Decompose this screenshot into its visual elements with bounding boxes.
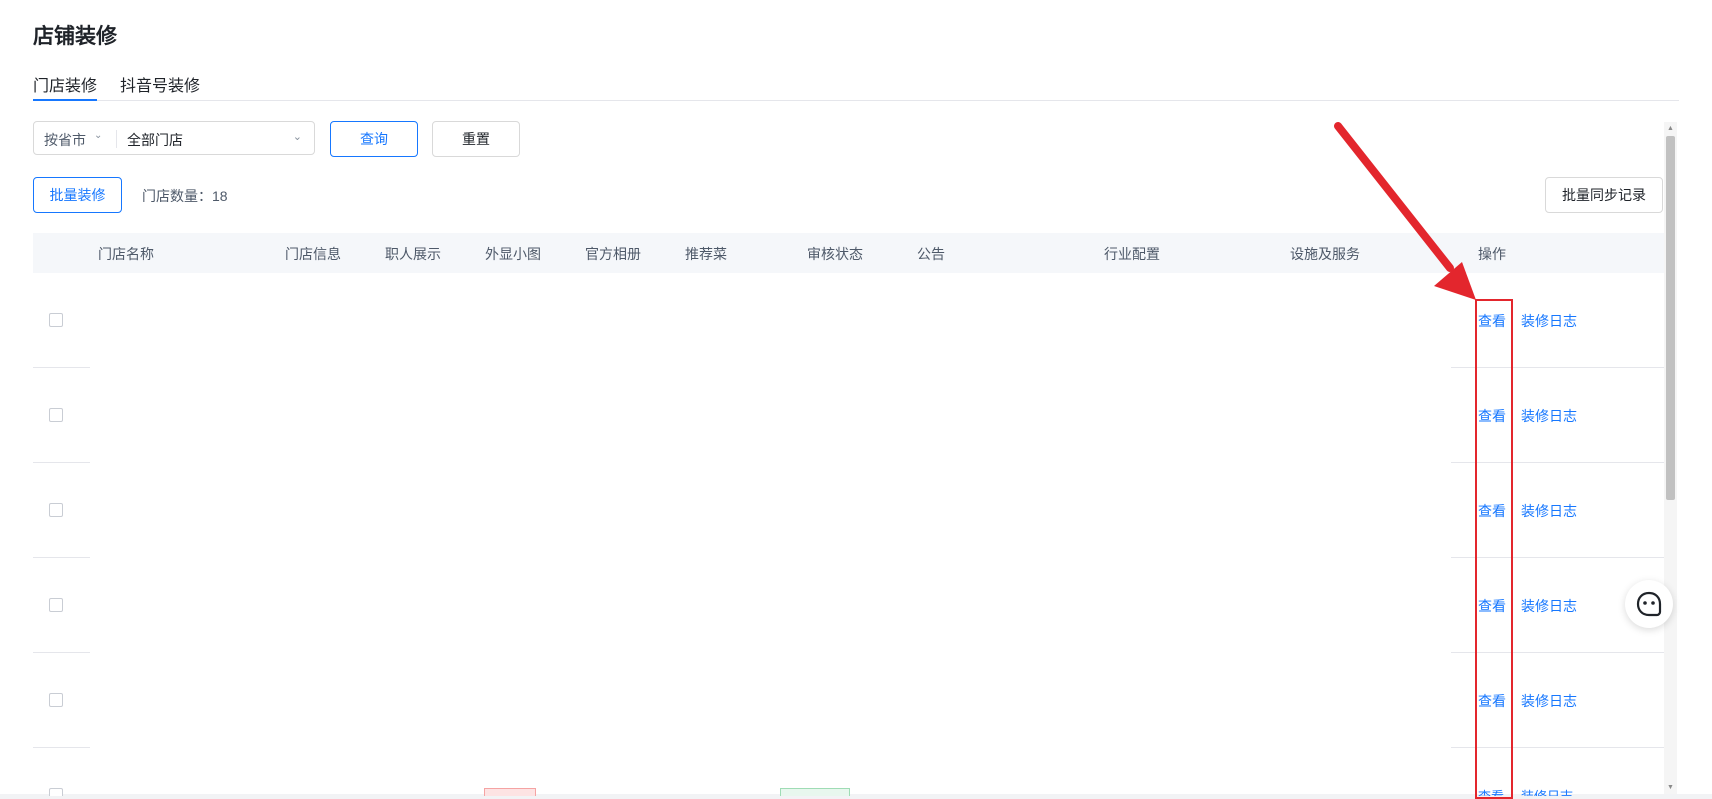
col-facilities-services: 设施及服务 <box>1290 246 1360 262</box>
chevron-down-icon: ⌄ <box>94 130 103 141</box>
col-store-name: 门店名称 <box>98 246 154 262</box>
status-tag-green <box>780 788 850 796</box>
view-link[interactable]: 查看 <box>1478 596 1506 616</box>
row-divider <box>33 747 90 748</box>
row-checkbox[interactable] <box>49 788 63 796</box>
decoration-log-link[interactable]: 装修日志 <box>1521 691 1577 711</box>
row-checkbox[interactable] <box>49 503 63 517</box>
decoration-log-link[interactable]: 装修日志 <box>1521 786 1573 796</box>
chevron-down-icon: ⌄ <box>292 131 302 143</box>
row-checkbox[interactable] <box>49 598 63 612</box>
decoration-log-link[interactable]: 装修日志 <box>1521 311 1577 331</box>
reset-button[interactable]: 重置 <box>432 121 520 157</box>
table-row: 查看 装修日志 <box>33 653 1664 748</box>
decoration-log-link[interactable]: 装修日志 <box>1521 596 1577 616</box>
batch-sync-records-button[interactable]: 批量同步记录 <box>1545 177 1663 213</box>
active-tab-indicator <box>33 99 97 101</box>
view-link[interactable]: 查看 <box>1478 786 1504 796</box>
row-checkbox[interactable] <box>49 313 63 327</box>
col-official-album: 官方相册 <box>585 246 641 262</box>
decoration-log-link[interactable]: 装修日志 <box>1521 406 1577 426</box>
view-link[interactable]: 查看 <box>1478 691 1506 711</box>
table-scrollbar[interactable]: ▲ ▼ <box>1664 122 1677 794</box>
col-review-status: 审核状态 <box>807 246 863 262</box>
store-select-value[interactable]: 全部门店 <box>127 130 183 150</box>
row-divider <box>1451 747 1664 748</box>
chat-bot-icon <box>1636 591 1662 617</box>
store-decoration-panel: 店铺装修 门店装修 抖音号装修 按省市 ⌄ 全部门店 ⌄ 查询 重置 批量装修 … <box>0 0 1712 799</box>
tab-store-decoration[interactable]: 门店装修 <box>33 72 97 96</box>
view-link[interactable]: 查看 <box>1478 311 1506 331</box>
col-announcement: 公告 <box>917 246 945 262</box>
chat-bot-button[interactable] <box>1625 580 1673 628</box>
table-row: 查看 装修日志 <box>33 368 1664 463</box>
table-row: 查看 装修日志 <box>33 558 1664 653</box>
col-recommended-dishes: 推荐菜 <box>685 246 727 262</box>
col-actions: 操作 <box>1478 246 1506 262</box>
col-store-info: 门店信息 <box>285 246 341 262</box>
tab-bar: 门店装修 抖音号装修 <box>33 70 1679 101</box>
store-filter-select[interactable]: 按省市 ⌄ 全部门店 ⌄ <box>33 121 315 155</box>
scroll-down-arrow-icon[interactable]: ▼ <box>1667 784 1674 791</box>
row-checkbox[interactable] <box>49 408 63 422</box>
col-staff-display: 职人展示 <box>385 246 441 262</box>
view-link[interactable]: 查看 <box>1478 501 1506 521</box>
select-divider <box>116 130 117 148</box>
scrollbar-thumb[interactable] <box>1666 136 1675 500</box>
col-thumbnail: 外显小图 <box>485 246 541 262</box>
view-link[interactable]: 查看 <box>1478 406 1506 426</box>
region-select-value[interactable]: 按省市 <box>44 130 86 150</box>
col-industry-config: 行业配置 <box>1104 246 1160 262</box>
status-tag-red <box>484 788 536 796</box>
table-header: 门店名称 门店信息 职人展示 外显小图 官方相册 推荐菜 审核状态 公告 行业配… <box>33 233 1664 273</box>
query-button[interactable]: 查询 <box>330 121 418 157</box>
table-row: 查看 装修日志 <box>33 463 1664 558</box>
row-checkbox[interactable] <box>49 693 63 707</box>
tab-douyin-decoration[interactable]: 抖音号装修 <box>120 72 200 96</box>
batch-decorate-button[interactable]: 批量装修 <box>33 177 122 213</box>
page-title: 店铺装修 <box>33 25 117 48</box>
decoration-log-link[interactable]: 装修日志 <box>1521 501 1577 521</box>
scroll-up-arrow-icon[interactable]: ▲ <box>1667 125 1674 132</box>
table-row: 查看 装修日志 <box>33 273 1664 368</box>
store-count: 门店数量：18 <box>142 188 228 204</box>
